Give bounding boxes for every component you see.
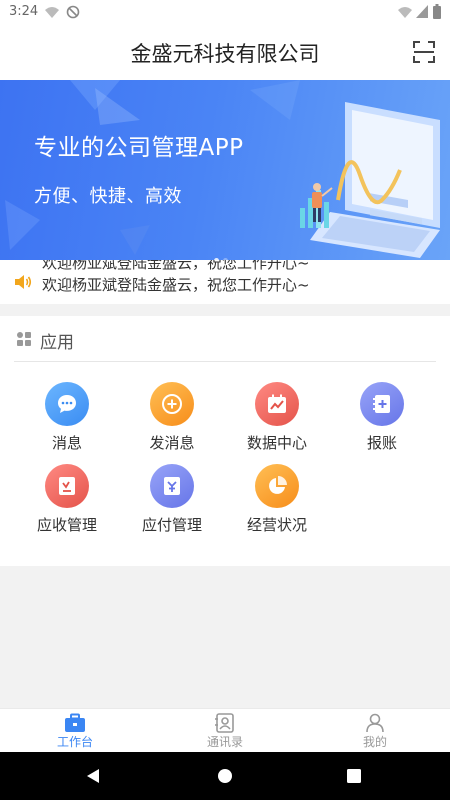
payable-doc-icon [164, 477, 180, 495]
promo-banner[interactable]: 专业的公司管理APP 方便、快捷、高效 [0, 80, 450, 260]
app-icon-bg [45, 382, 89, 426]
app-bar: 金盛元科技有限公司 [0, 24, 450, 80]
contacts-icon [215, 713, 234, 733]
app-icon-bg [255, 382, 299, 426]
wifi-icon [398, 7, 412, 18]
tab-me[interactable]: 我的 [300, 709, 450, 753]
notebook-add-icon [373, 395, 390, 413]
app-payables[interactable]: 应付管理 [127, 464, 217, 535]
app-receivables[interactable]: 应收管理 [22, 464, 112, 535]
app-label: 应付管理 [141, 516, 202, 534]
apps-section-title: 应用 [40, 333, 74, 353]
app-business-status[interactable]: 经营状况 [232, 464, 322, 535]
back-icon[interactable] [85, 768, 101, 784]
recents-icon[interactable] [346, 768, 362, 784]
bottom-tab-bar: 工作台 通讯录 我的 [0, 708, 450, 752]
battery-icon [433, 4, 441, 19]
divider [14, 361, 436, 362]
notice-line: 欢迎杨亚斌登陆金盛云，祝您工作开心~ [42, 260, 310, 272]
wifi-off-icon [45, 7, 59, 18]
banner-page-indicator [214, 248, 232, 260]
person-icon [366, 713, 384, 733]
app-send-message[interactable]: 发消息 [127, 382, 217, 453]
app-reimburse[interactable]: 报账 [337, 382, 427, 453]
app-icon-bg [150, 382, 194, 426]
app-messages[interactable]: 消息 [22, 382, 112, 453]
chart-calendar-icon [268, 394, 286, 413]
tab-label: 工作台 [56, 735, 93, 749]
app-icon-bg [360, 382, 404, 426]
app-label: 消息 [51, 434, 82, 452]
app-label: 报账 [366, 434, 397, 452]
app-label: 发消息 [149, 434, 195, 452]
app-label: 应收管理 [36, 516, 97, 534]
apps-grid-icon [17, 332, 31, 346]
app-label: 经营状况 [246, 516, 307, 534]
no-disturb-icon [66, 5, 80, 19]
notice-marquee[interactable]: 欢迎杨亚斌登陆金盛云，祝您工作开心~ 欢迎杨亚斌登陆金盛云，祝您工作开心~ [0, 260, 450, 304]
receivable-doc-icon [59, 477, 75, 495]
chat-bubble-icon [58, 395, 76, 413]
tab-label: 我的 [362, 735, 387, 749]
tab-label: 通讯录 [206, 735, 243, 749]
tab-contacts[interactable]: 通讯录 [150, 709, 300, 753]
app-screen: 3:24 金盛元科技有限公司 专业的公司管理APP 方便、快捷、高效 欢迎杨亚斌… [0, 0, 450, 800]
app-label: 数据中心 [246, 434, 307, 452]
banner-headline: 专业的公司管理APP [34, 135, 244, 161]
status-bar: 3:24 [0, 0, 450, 24]
banner-tagline: 方便、快捷、高效 [34, 186, 182, 207]
tab-workbench[interactable]: 工作台 [0, 709, 150, 753]
home-icon[interactable] [217, 768, 233, 784]
speaker-icon [15, 275, 32, 289]
app-icon-bg [150, 464, 194, 508]
briefcase-icon [65, 713, 85, 732]
page-title: 金盛元科技有限公司 [130, 42, 320, 66]
apps-section-header: 应用 [0, 316, 450, 362]
notice-lines: 欢迎杨亚斌登陆金盛云，祝您工作开心~ 欢迎杨亚斌登陆金盛云，祝您工作开心~ [42, 260, 372, 292]
banner-illustration [5, 80, 440, 258]
add-circle-icon [162, 394, 182, 414]
app-icon-bg [255, 464, 299, 508]
signal-icon [416, 5, 428, 18]
app-icon-bg [45, 464, 89, 508]
pie-chart-icon [269, 476, 287, 494]
system-nav-bar [0, 752, 450, 800]
apps-panel: 应用 消息 发消息 数据中心 报账 应收管理 应付管理 经营状况 [0, 316, 450, 566]
notice-line: 欢迎杨亚斌登陆金盛云，祝您工作开心~ [42, 276, 310, 292]
app-data-center[interactable]: 数据中心 [232, 382, 322, 453]
status-time: 3:24 [9, 4, 39, 19]
scan-icon[interactable] [412, 40, 436, 64]
